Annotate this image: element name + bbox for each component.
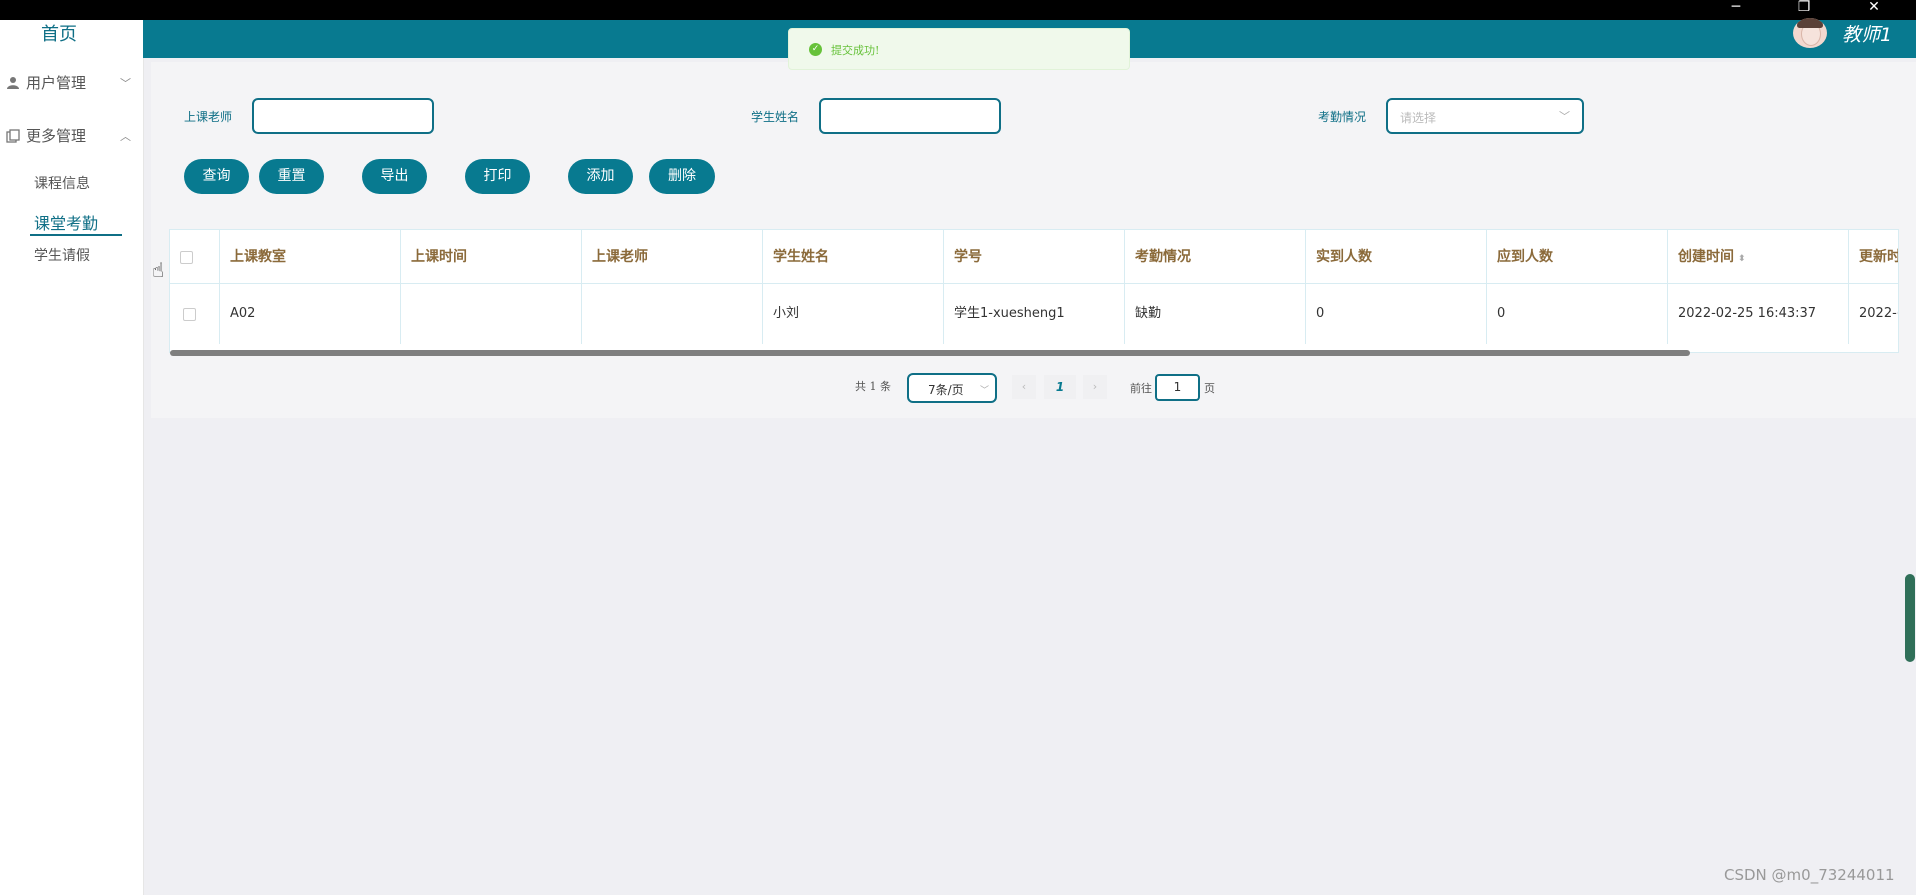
prev-page-button[interactable]: ‹ (1012, 375, 1036, 399)
sidebar-menu-label: 更多管理 (26, 127, 87, 145)
column-header[interactable]: 考勤情况 (1125, 230, 1306, 284)
vertical-scrollbar[interactable] (1905, 574, 1915, 662)
minimize-icon[interactable]: ─ (1716, 0, 1756, 20)
goto-prefix: 前往 (1130, 382, 1152, 395)
attendance-label: 考勤情况 (1318, 110, 1367, 124)
page-number-current[interactable]: 1 (1044, 375, 1076, 399)
table-cell: 0 (1306, 284, 1487, 344)
pagination-total: 共 1 条 (855, 380, 891, 393)
active-indicator (30, 234, 122, 236)
reset-button[interactable]: 重置 (259, 159, 324, 194)
delete-button[interactable]: 删除 (649, 159, 715, 194)
sort-icon[interactable]: ⬍ (1738, 254, 1746, 264)
chevron-down-icon: ﹀ (1559, 110, 1570, 123)
goto-page-input[interactable]: 1 (1155, 374, 1200, 401)
export-button[interactable]: 导出 (362, 159, 427, 194)
sidebar-item-student-leave[interactable]: 学生请假 (34, 245, 90, 265)
column-header[interactable]: 学生姓名 (763, 230, 944, 284)
sidebar-menu-label: 用户管理 (26, 74, 87, 92)
table-cell (401, 284, 582, 344)
goto-suffix: 页 (1204, 382, 1215, 395)
chevron-down-icon: ﹀ (120, 76, 131, 90)
next-page-button[interactable]: › (1083, 375, 1107, 399)
column-header[interactable]: 应到人数 (1487, 230, 1668, 284)
sidebar-menu-users[interactable]: 用户管理 ﹀ (6, 72, 131, 93)
column-header[interactable]: 上课教室 (220, 230, 401, 284)
add-button[interactable]: 添加 (568, 159, 633, 194)
teacher-input[interactable] (252, 98, 434, 134)
watermark: CSDN @m0_73244011 (1724, 866, 1895, 884)
row-select-cell (170, 284, 220, 344)
username[interactable]: 教师1 (1842, 20, 1892, 47)
success-toast: ✓ 提交成功! (788, 28, 1130, 70)
column-header-label: 创建时间 (1678, 249, 1734, 265)
table-cell: 学生1-xuesheng1 (944, 284, 1125, 344)
select-all-checkbox[interactable] (180, 251, 193, 264)
column-header[interactable]: 学号 (944, 230, 1125, 284)
avatar[interactable] (1793, 18, 1827, 48)
sidebar-home[interactable]: 首页 (0, 20, 118, 46)
table-cell: 2022-02-25 16:43:37 (1668, 284, 1849, 344)
select-all-cell (170, 230, 220, 284)
sidebar-item-class-attendance[interactable]: 课堂考勤 (34, 210, 98, 234)
toast-message: 提交成功! (831, 44, 880, 57)
chevron-up-icon: ︿ (120, 129, 131, 143)
table-cell: 0 (1487, 284, 1668, 344)
chevron-down-icon: ﹀ (979, 386, 989, 396)
teacher-label: 上课老师 (184, 110, 233, 124)
close-icon[interactable]: ✕ (1854, 0, 1894, 20)
table-cell: 小刘 (763, 284, 944, 344)
row-checkbox[interactable] (183, 308, 196, 321)
attendance-select[interactable]: 请选择 ﹀ (1386, 98, 1584, 134)
hand-cursor-icon: ☝ (152, 258, 165, 282)
avatar-hair (1797, 18, 1823, 28)
copy-icon (6, 128, 20, 143)
column-header-sortable[interactable]: 创建时间 ⬍ (1668, 230, 1849, 284)
page-size-select[interactable]: 7条/页 ﹀ (907, 373, 997, 403)
check-circle-icon: ✓ (809, 43, 822, 56)
sidebar: 首页 用户管理 ﹀ 更多管理 ︿ 课程信息 课堂考勤 学生请假 (0, 20, 144, 895)
attendance-placeholder: 请选择 (1400, 111, 1437, 125)
table-cell: 2022-( (1849, 284, 1898, 344)
table-cell: A02 (220, 284, 401, 344)
user-icon (7, 76, 19, 89)
table-cell: 缺勤 (1125, 284, 1306, 344)
sidebar-menu-more[interactable]: 更多管理 ︿ (6, 125, 131, 146)
column-header[interactable]: 上课老师 (582, 230, 763, 284)
student-name-input[interactable] (819, 98, 1001, 134)
sidebar-item-course-info[interactable]: 课程信息 (34, 173, 90, 193)
page-size-value: 7条/页 (928, 383, 964, 397)
print-button[interactable]: 打印 (465, 159, 530, 194)
query-button[interactable]: 查询 (184, 159, 249, 194)
window-controls: ─ ❐ ✕ (1716, 0, 1916, 20)
window-titlebar (0, 0, 1916, 20)
restore-icon[interactable]: ❐ (1784, 0, 1824, 20)
column-header[interactable]: 实到人数 (1306, 230, 1487, 284)
table-cell (582, 284, 763, 344)
student-name-label: 学生姓名 (751, 110, 800, 124)
column-header[interactable]: 上课时间 (401, 230, 582, 284)
table-horizontal-scrollbar[interactable] (170, 350, 1690, 356)
attendance-table: 上课教室 上课时间 上课老师 学生姓名 学号 考勤情况 实到人数 应到人数 创建… (169, 229, 1899, 353)
column-header[interactable]: 更新时 (1849, 230, 1898, 284)
